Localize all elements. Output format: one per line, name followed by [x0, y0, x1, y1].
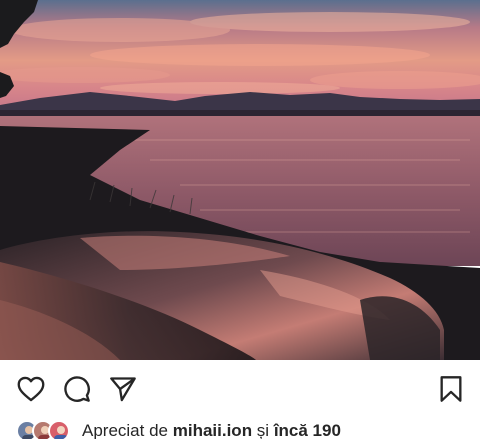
save-button[interactable]: [436, 374, 466, 404]
post-actions-bar: [0, 360, 480, 418]
avatar: [48, 420, 70, 439]
heart-icon: [17, 376, 45, 402]
likes-connector: și: [252, 421, 274, 439]
likes-more-count[interactable]: încă 190: [274, 421, 341, 439]
likes-summary: Apreciat de mihaii.ion și încă 190: [0, 418, 480, 439]
comment-button[interactable]: [62, 374, 92, 404]
post-photo[interactable]: [0, 0, 480, 360]
liker-username[interactable]: mihaii.ion: [173, 421, 252, 439]
like-button[interactable]: [16, 374, 46, 404]
likes-text: Apreciat de mihaii.ion și încă 190: [82, 421, 341, 439]
share-button[interactable]: [108, 374, 138, 404]
bookmark-icon: [440, 376, 462, 402]
send-icon: [110, 377, 136, 402]
liker-avatars[interactable]: [16, 420, 74, 439]
sunset-lake-image: [0, 0, 480, 360]
likes-prefix: Apreciat de: [82, 421, 173, 439]
comment-icon: [64, 376, 90, 402]
